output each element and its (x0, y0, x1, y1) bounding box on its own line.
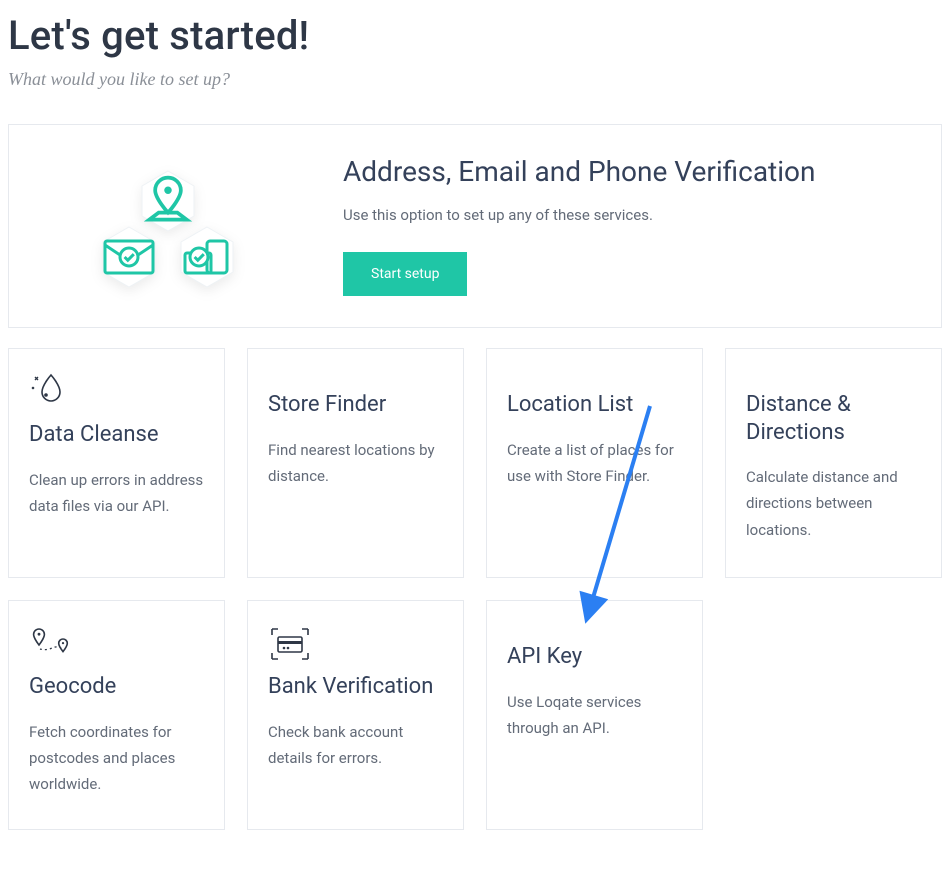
featured-description: Use this option to set up any of these s… (343, 206, 901, 224)
card-description: Find nearest locations by distance. (268, 437, 443, 490)
card-location-list[interactable]: Location List Create a list of places fo… (486, 348, 703, 578)
featured-card-verification[interactable]: Address, Email and Phone Verification Us… (8, 124, 942, 328)
featured-illustration (33, 149, 303, 299)
card-title: API Key (507, 643, 682, 671)
card-description: Fetch coordinates for postcodes and plac… (29, 719, 204, 798)
geocode-pins-icon (29, 619, 204, 663)
card-store-finder[interactable]: Store Finder Find nearest locations by d… (247, 348, 464, 578)
card-description: Create a list of places for use with Sto… (507, 437, 682, 490)
featured-title: Address, Email and Phone Verification (343, 155, 901, 188)
card-title: Location List (507, 391, 682, 419)
card-api-key[interactable]: API Key Use Loqate services through an A… (486, 600, 703, 830)
card-description: Use Loqate services through an API. (507, 689, 682, 742)
phone-verified-hex-icon (179, 225, 235, 289)
water-drop-icon (29, 367, 204, 411)
card-description: Check bank account details for errors. (268, 719, 443, 772)
page-subtitle: What would you like to set up? (8, 69, 942, 90)
card-title: Data Cleanse (29, 421, 204, 449)
map-pin-hex-icon (140, 169, 196, 233)
page-title: Let's get started! (8, 12, 942, 59)
card-geocode[interactable]: Geocode Fetch coordinates for postcodes … (8, 600, 225, 830)
credit-card-scan-icon (268, 619, 443, 663)
email-verified-hex-icon (101, 225, 157, 289)
card-title: Distance & Directions (746, 391, 921, 446)
card-bank-verification[interactable]: Bank Verification Check bank account det… (247, 600, 464, 830)
card-title: Bank Verification (268, 673, 443, 701)
service-card-grid: Data Cleanse Clean up errors in address … (8, 348, 942, 830)
card-title: Geocode (29, 673, 204, 701)
card-description: Clean up errors in address data files vi… (29, 467, 204, 520)
card-title: Store Finder (268, 391, 443, 419)
card-distance-directions[interactable]: Distance & Directions Calculate distance… (725, 348, 942, 578)
card-description: Calculate distance and directions betwee… (746, 464, 921, 543)
card-data-cleanse[interactable]: Data Cleanse Clean up errors in address … (8, 348, 225, 578)
start-setup-button[interactable]: Start setup (343, 252, 467, 296)
